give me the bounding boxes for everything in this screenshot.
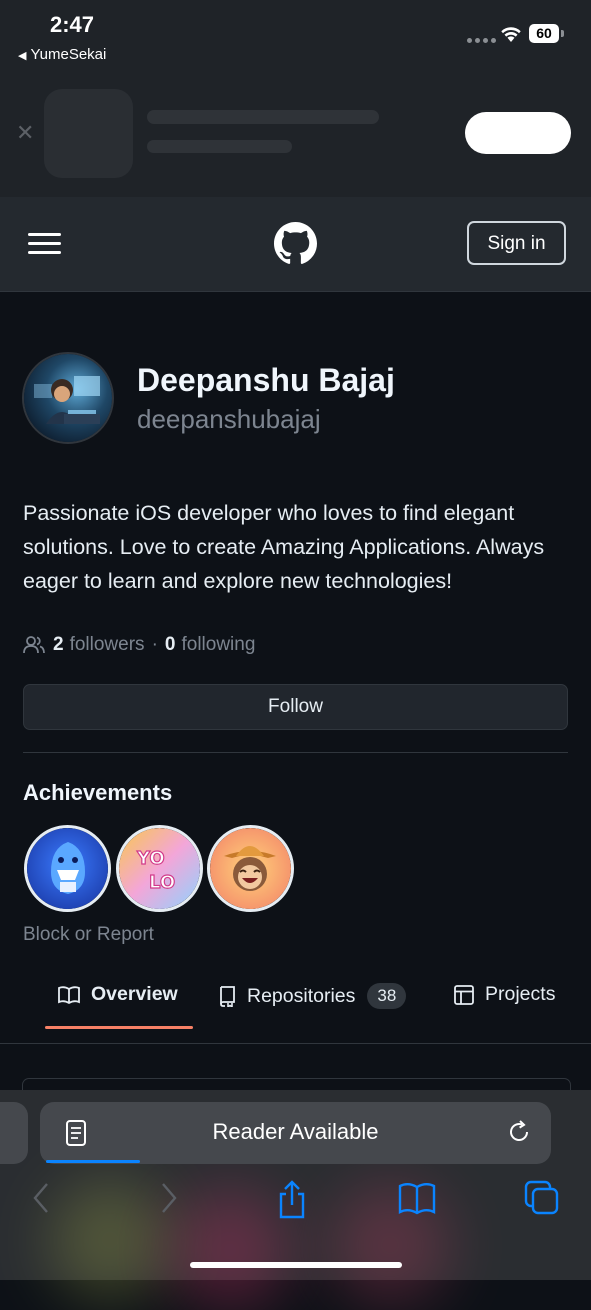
table-icon [454,984,474,1005]
close-icon[interactable]: ✕ [16,120,34,146]
followers-link[interactable]: 2 followers [53,634,145,656]
avatar[interactable] [22,352,114,444]
profile-name: Deepanshu Bajaj [137,362,395,398]
following-link[interactable]: 0 following [165,634,256,656]
section-divider [23,752,568,753]
cowboy-icon [210,828,291,909]
back-arrow-icon: ◀ [18,50,27,62]
followers-count: 2 [53,634,64,655]
back-icon[interactable] [30,1180,52,1216]
battery-icon: 60 [529,24,559,43]
wifi-icon [501,27,521,42]
previous-tab-preview[interactable] [0,1102,28,1164]
tab-overview-label: Overview [91,983,178,1005]
people-icon [23,636,45,654]
block-or-report-link[interactable]: Block or Report [23,924,154,946]
tab-projects[interactable]: Projects [453,983,555,1006]
reload-icon[interactable] [506,1119,532,1145]
bookmarks-icon[interactable] [398,1180,436,1216]
battery-tip [561,30,564,37]
profile-username: deepanshubajaj [137,404,321,434]
profile-bio: Passionate iOS developer who loves to fi… [23,501,545,593]
github-header: Sign in [0,197,591,292]
back-to-app-link[interactable]: ◀ YumeSekai [18,46,106,63]
followers-label: followers [69,634,145,655]
svg-text:LO: LO [149,872,175,893]
github-logo-icon[interactable] [274,222,317,265]
status-time: 2:47 [50,12,95,37]
following-label: following [181,634,256,655]
yolo-badge[interactable]: YO LO [116,825,203,912]
profile-tabs: Overview Repositories 38 Projects [0,975,591,1044]
cellular-signal-icon [467,38,496,43]
shark-badge[interactable] [24,825,111,912]
ad-banner: ✕ [0,80,591,197]
follow-button[interactable]: Follow [23,684,568,730]
ad-app-icon-placeholder [44,89,133,178]
address-bar[interactable]: Reader Available [40,1102,551,1164]
followers-row: 2 followers · 0 following [23,634,255,656]
ad-subtitle-placeholder [147,140,292,153]
share-icon[interactable] [276,1180,308,1220]
avatar-image [24,354,112,442]
yolo-icon: YO LO [119,828,200,909]
tab-repositories[interactable]: Repositories 38 [217,983,407,1009]
tab-repositories-label: Repositories [247,984,356,1007]
achievements-title: Achievements [23,780,173,805]
back-app-label: YumeSekai [30,46,107,63]
book-icon [58,985,80,1004]
repositories-count-badge: 38 [367,983,407,1009]
ad-title-placeholder [147,110,379,124]
ad-action-button[interactable] [465,112,571,154]
status-bar: 2:47 ◀ YumeSekai 60 [0,0,591,80]
hamburger-menu-icon[interactable] [28,233,61,255]
tabs-icon[interactable] [524,1180,560,1218]
tab-overview[interactable]: Overview [57,983,178,1006]
cowboy-badge[interactable] [207,825,294,912]
forward-icon[interactable] [158,1180,180,1216]
repo-icon [220,986,235,1007]
active-tab-underline [45,1026,193,1029]
tab-projects-label: Projects [485,983,556,1005]
address-bar-text: Reader Available [212,1119,379,1144]
followers-separator: · [151,634,158,655]
svg-text:YO: YO [136,848,165,869]
home-indicator [190,1262,402,1268]
shark-icon [27,828,108,909]
following-count: 0 [164,634,176,655]
sign-in-button[interactable]: Sign in [467,221,566,265]
page-load-progress [46,1160,140,1163]
